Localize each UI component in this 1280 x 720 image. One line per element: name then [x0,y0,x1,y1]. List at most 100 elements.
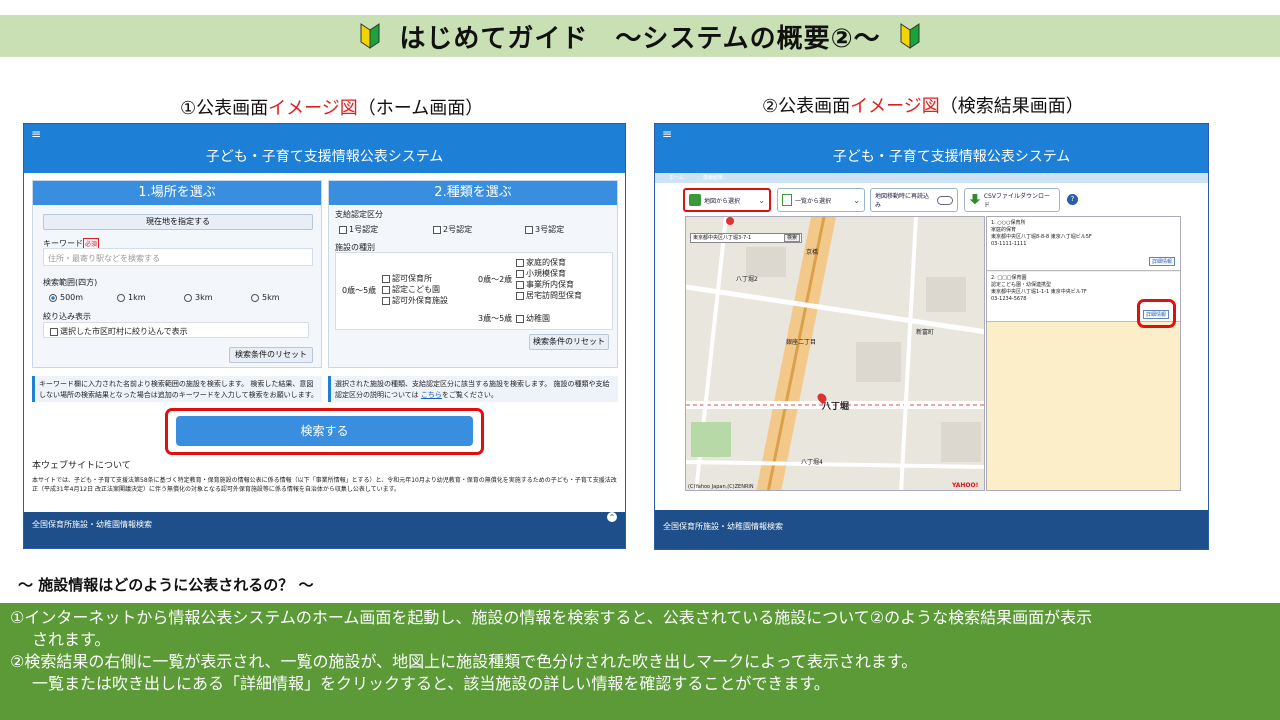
home-screen-image: ≡ 子ども・子育て支援情報公表システム 1.場所を選ぶ 現在地を指定する キーワ… [23,123,626,549]
facility-option[interactable]: 幼稚園 [516,313,550,324]
checkbox-icon [525,225,533,234]
checkbox-icon [516,269,524,278]
reload-toggle[interactable]: 地図移動時に再読込み [870,188,958,212]
type-panel-title: 2.種類を選ぶ [329,181,617,205]
filter-checkbox-row[interactable]: 選択した市区町村に絞り込んで表示 [43,322,309,338]
map-select-label: 地図から選択 [704,197,741,205]
chevron-down-icon: ⌄ [758,195,765,205]
help-icon[interactable]: ? [1067,194,1078,205]
map-view[interactable]: 東京都中央区八丁堀3-7-1 検索 八丁堀2 八丁堀4 八丁堀 銀座二丁目 京橋… [685,216,985,491]
caption-text: ②公表画面 [762,96,851,117]
caption-highlight: イメージ図 [268,98,358,119]
facility-name: 1. ○○○保育所 [991,220,1026,226]
explanation-line: 一覧または吹き出しにある「詳細情報」をクリックすると、該当施設の詳しい情報を確認… [32,674,830,693]
map-address-input[interactable]: 東京都中央区八丁堀3-7-1 検索 [690,233,802,243]
facility-option[interactable]: 事業所内保育 [516,279,574,290]
facility-marker-icon[interactable] [726,217,734,225]
explanation-line: ②検索結果の右側に一覧が表示され、一覧の施設が、地図上に施設種類で色分けされた吹… [10,652,918,671]
range-option-1km[interactable]: 1km [117,293,146,302]
list-select-button[interactable]: 一覧から選択 ⌄ [777,188,865,212]
range-option-label: 500m [60,293,84,302]
map-icon [689,194,701,206]
range-label: 検索範囲(四方) [43,278,98,287]
checkbox-icon [339,225,347,234]
checkbox-icon [382,296,390,305]
facility-option[interactable]: 家庭的保育 [516,257,566,268]
explanation-line: ①インターネットから情報公表システムのホーム画面を起動し、施設の情報を検索すると… [10,608,1093,627]
csv-download-button[interactable]: CSVファイルダウンロード [964,188,1060,212]
checkbox-icon [433,225,441,234]
explanation-box: ①インターネットから情報公表システムのホーム画面を起動し、施設の情報を検索すると… [0,603,1280,720]
type-help-text: 選択された施設の種類、支給認定区分に該当する施設を検索します。 施設の種類や支給… [328,376,618,402]
facility-address: 東京都中央区八丁堀1-1-1 東京中央ビル7F [991,289,1087,295]
checkbox-icon [50,327,58,336]
caption-home-screen: ①公表画面イメージ図（ホーム画面） [180,94,483,120]
map-label: 新富町 [916,329,935,336]
checkbox-icon [516,258,524,267]
cert-option-3[interactable]: 3号認定 [525,224,564,235]
facility-list: 1. ○○○保育所 家庭的保育 東京都中央区八丁堀8-8-8 東京八丁堀ビル5F… [986,216,1181,491]
footer-text: 全国保育所施設・幼稚園情報検索 [32,520,152,529]
current-location-button[interactable]: 現在地を指定する [43,214,313,230]
slide: はじめてガイド ～システムの概要②～ ①公表画面イメージ図（ホーム画面） ②公表… [0,0,1280,720]
hamburger-menu-icon[interactable]: ≡ [662,127,672,141]
map-search-button[interactable]: 検索 [783,234,800,242]
facility-option[interactable]: 認可保育所 [382,273,432,284]
facility-option[interactable]: 居宅訪問型保育 [516,290,582,301]
cert-option-2[interactable]: 2号認定 [433,224,472,235]
list-icon [782,194,792,206]
map-copyright: (C)Yahoo Japan,(C)ZENRIN [688,484,754,490]
checkbox-icon [516,291,524,300]
app-title: 子ども・子育て支援情報公表システム [832,149,1071,165]
toggle-switch-icon [937,195,953,205]
app-title: 子ども・子育て支援情報公表システム [205,149,444,165]
scroll-top-icon[interactable]: ⌃ [607,512,617,522]
filter-label: 絞り込み表示 [43,312,91,321]
help-link[interactable]: こちら [421,391,442,399]
facility-option[interactable]: 認可外保育施設 [382,295,448,306]
type-reset-button[interactable]: 検索条件のリセット [529,334,609,350]
caption-highlight: イメージ図 [850,96,940,117]
hamburger-menu-icon[interactable]: ≡ [31,127,41,141]
range-option-500m[interactable]: 500m [49,293,83,302]
age-range-label: 3歳～5歳 [478,314,513,323]
map-canvas [686,217,984,490]
yahoo-logo: YAHOO! [952,482,979,489]
age-range-label: 0歳～5歳 [342,286,377,295]
cert-option-1[interactable]: 1号認定 [339,224,378,235]
range-option-3km[interactable]: 3km [184,293,213,302]
facility-option[interactable]: 小規模保育 [516,268,566,279]
caption-text: （検索結果画面） [939,96,1084,117]
facility-name: 2. □□□保育園 [991,275,1027,281]
radio-icon [184,293,192,302]
keyword-input[interactable]: 住所・最寄り駅などを検索する [43,248,313,266]
map-label: 京橋 [806,249,819,256]
detail-info-button[interactable]: 詳細情報 [1149,257,1175,266]
range-option-5km[interactable]: 5km [251,293,280,302]
location-reset-button[interactable]: 検索条件のリセット [229,347,313,363]
filter-checkbox-label: 選択した市区町村に絞り込んで表示 [60,327,188,336]
facility-tel: 03-1111-1111 [991,241,1027,247]
highlight-frame [1137,299,1176,328]
list-select-label: 一覧から選択 [795,197,832,205]
map-select-button[interactable]: 地図から選択 ⌄ [683,188,771,212]
explanation-line: されます。 [32,630,111,649]
range-option-label: 5km [262,293,280,302]
app-header: ≡ 子ども・子育て支援情報公表システム [655,124,1208,173]
map-label: 八丁堀2 [736,276,758,283]
breadcrumb-home[interactable]: ホーム [669,174,684,181]
about-text: 本サイトでは、子ども・子育て支援法第58条に基づく特定教育・保育施設の情報公表に… [32,477,617,493]
download-icon [969,194,981,205]
location-panel: 1.場所を選ぶ 現在地を指定する キーワード 必須 住所・最寄り駅などを検索する… [32,180,322,368]
facility-type: 家庭的保育 [991,227,1017,233]
caption-text: （ホーム画面） [357,98,484,119]
map-label: 八丁堀4 [801,459,823,466]
page-title: はじめてガイド ～システムの概要②～ [399,23,881,54]
title-banner: はじめてガイド ～システムの概要②～ [0,15,1280,57]
keyword-placeholder: 住所・最寄り駅などを検索する [48,254,160,263]
csv-download-label: CSVファイルダウンロード [983,193,1050,209]
age-range-label: 0歳～2歳 [478,275,513,284]
caption-results-screen: ②公表画面イメージ図（検索結果画面） [762,92,1084,118]
question-heading: ～ 施設情報はどのように公表されるの？ ～ [18,576,314,594]
facility-option[interactable]: 認定こども園 [382,284,440,295]
